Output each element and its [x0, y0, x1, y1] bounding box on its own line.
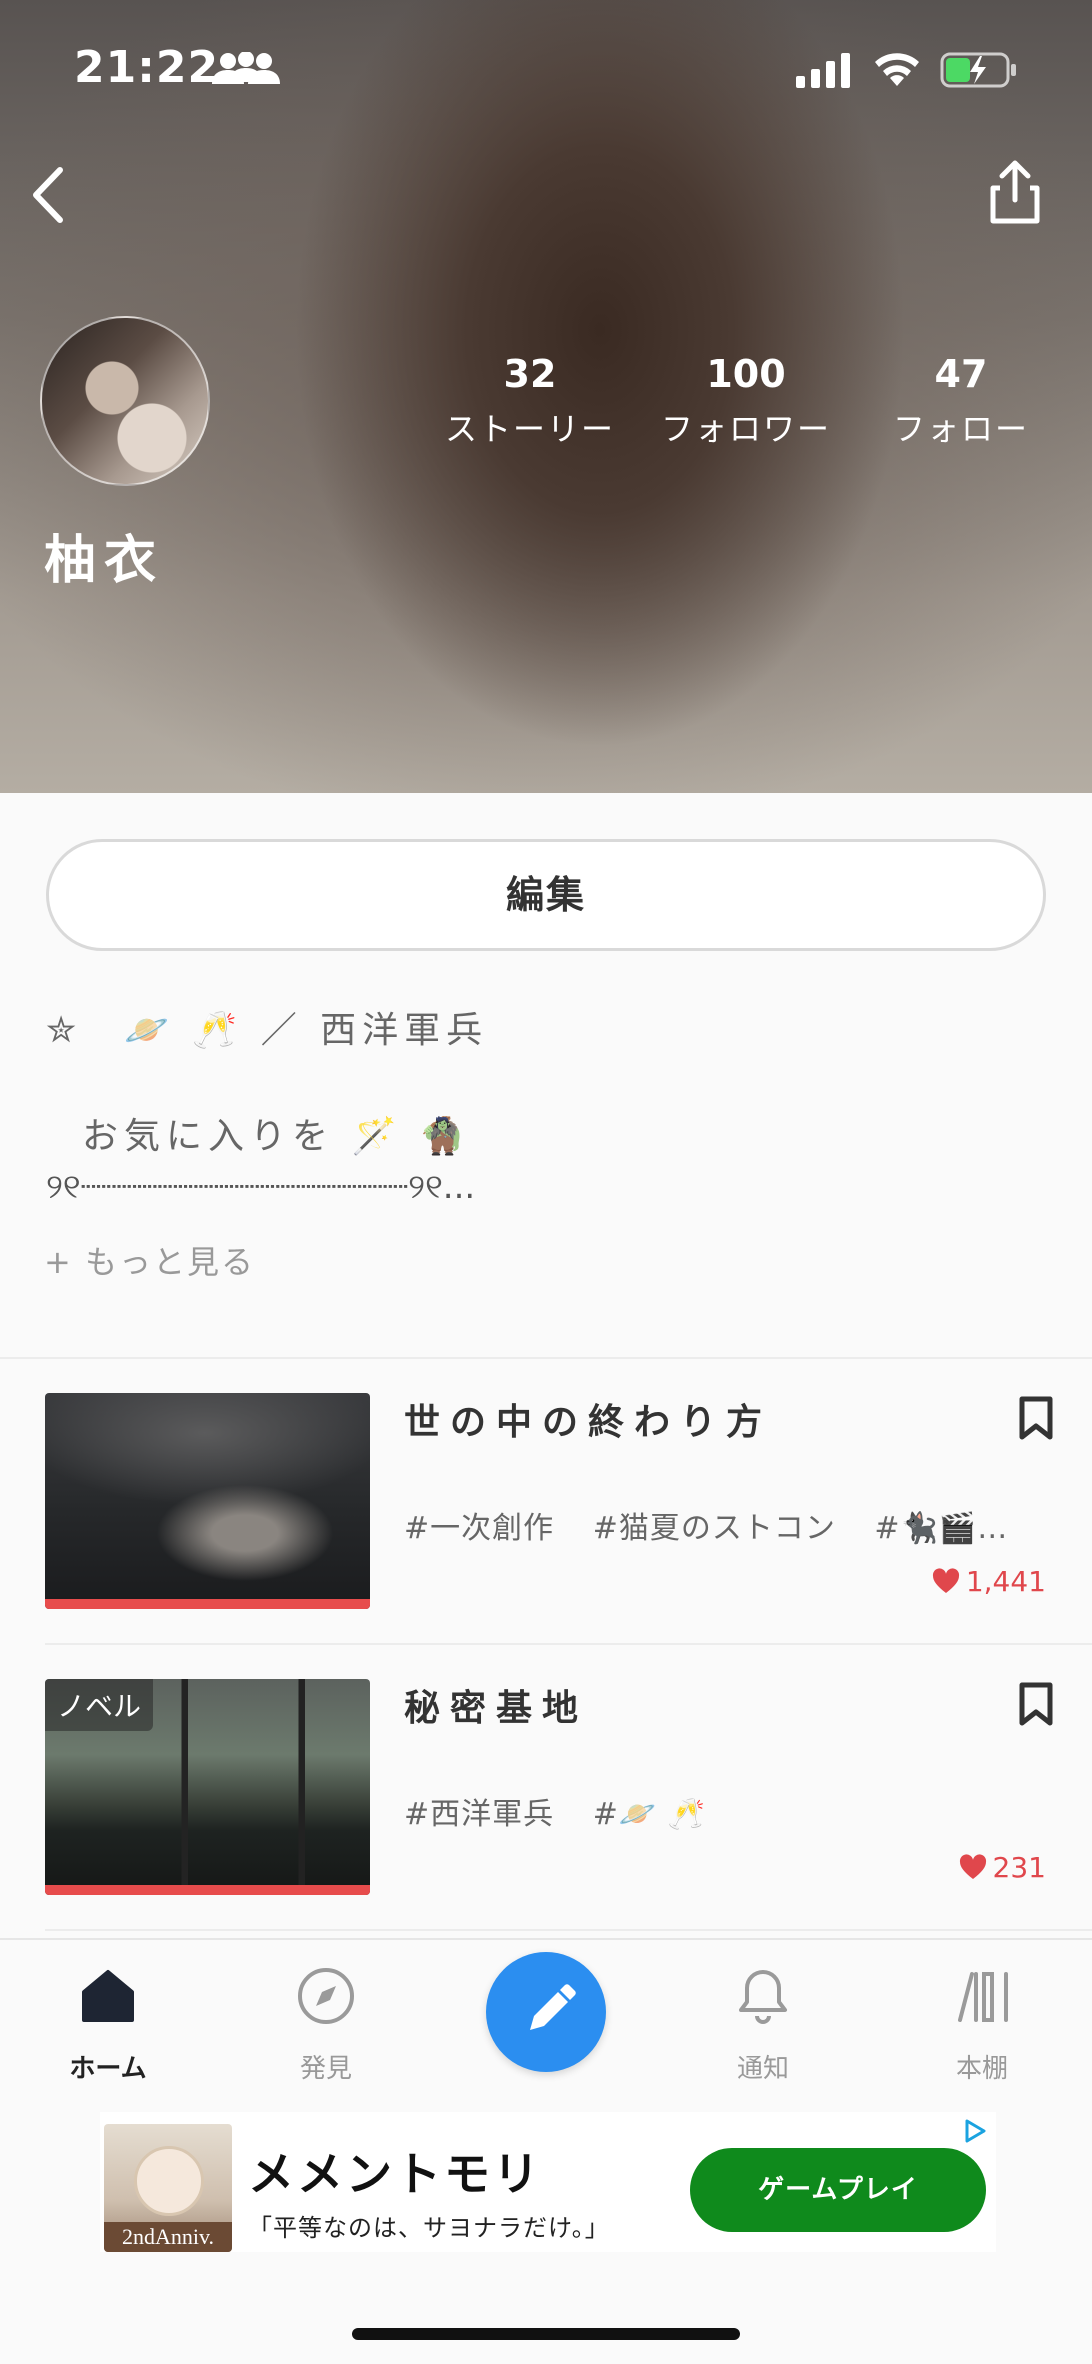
tab-discover-label: 発見: [299, 2054, 352, 2084]
heart-icon: [932, 1568, 959, 1593]
show-more-link[interactable]: + もっと見る: [44, 1237, 255, 1283]
wifi-icon: [875, 53, 919, 86]
stat-stories-label: ストーリー: [444, 410, 615, 448]
ad-banner[interactable]: 2ndAnniv. メメントモリ 「平等なのは、サヨナラだけ。」 ゲームプレイ: [100, 2112, 996, 2252]
stat-following-count: 47: [934, 352, 988, 396]
status-time: 21:22: [74, 42, 220, 93]
username: 柚衣: [44, 531, 165, 591]
heart-icon: [959, 1854, 986, 1879]
avatar[interactable]: [40, 316, 210, 486]
battery-charging-icon: [940, 52, 1016, 88]
stat-followers-label: フォロワー: [660, 410, 831, 448]
story-tag[interactable]: #🐈‍⬛🎬ス…: [874, 1511, 1034, 1546]
ad-image[interactable]: 2ndAnniv.: [104, 2124, 232, 2252]
tab-shelf-label: 本棚: [955, 2054, 1008, 2084]
ad-cta-button[interactable]: ゲームプレイ: [690, 2148, 986, 2232]
stat-following-label: フォロー: [892, 410, 1029, 448]
adchoices-icon[interactable]: [962, 2118, 988, 2144]
stat-stories[interactable]: 32 ストーリー: [440, 352, 620, 450]
write-button[interactable]: [486, 1952, 606, 2072]
share-button[interactable]: [980, 158, 1050, 228]
story-thumbnail[interactable]: ノベル: [45, 1679, 370, 1895]
story-divider: [45, 1929, 1092, 1931]
tab-bookshelf[interactable]: 本棚: [902, 1940, 1062, 2090]
people-icon: [212, 52, 280, 84]
signal-icon: [796, 53, 850, 88]
home-indicator[interactable]: [352, 2328, 740, 2340]
bottom-tab-bar: ホーム 発見 通知 本棚: [0, 1938, 1092, 2108]
status-bar: 21:22: [0, 0, 1092, 140]
story-tag[interactable]: #西洋軍兵: [404, 1797, 554, 1832]
profile-content: 編集 ✮ 🪐 🥂 ／ 西洋軍兵 お気に入りを 🪄 🧌 ୨୧┈┈┈┈┈┈┈┈┈┈┈…: [0, 793, 1092, 1933]
story-tag[interactable]: #🪐 🥂: [593, 1797, 706, 1832]
likes-count: 1,441: [932, 1565, 1046, 1598]
story-item[interactable]: 世の中の終わり方 #一次創作 #猫夏のストコン #🐈‍⬛🎬ス… 1,441: [0, 1393, 1092, 1679]
story-title[interactable]: 秘密基地: [404, 1679, 588, 1731]
bio-line-3: ୨୧┈┈┈┈┈┈┈┈┈┈┈┈┈┈┈┈୨୧...: [46, 1167, 476, 1207]
bookmark-icon[interactable]: [1016, 1395, 1056, 1441]
likes-value: 1,441: [965, 1565, 1046, 1598]
tab-home-label: ホーム: [69, 2054, 147, 2084]
pencil-icon: [530, 1984, 576, 2030]
bio-line-2: お気に入りを 🪄 🧌: [82, 1116, 471, 1157]
bookmark-icon[interactable]: [1016, 1681, 1056, 1727]
story-progress-bar: [45, 1885, 370, 1895]
story-progress-bar: [45, 1599, 370, 1609]
story-divider: [45, 1643, 1092, 1645]
tab-discover[interactable]: 発見: [246, 1940, 406, 2090]
stat-followers[interactable]: 100 フォロワー: [656, 352, 836, 450]
tab-notifications[interactable]: 通知: [683, 1940, 843, 2090]
likes-value: 231: [992, 1851, 1046, 1884]
bookshelf-icon: [958, 1972, 1008, 2022]
section-divider: [0, 1357, 1092, 1359]
story-tags: #西洋軍兵 #🪐 🥂: [404, 1789, 1034, 1833]
stat-followers-count: 100: [706, 352, 786, 396]
story-tags: #一次創作 #猫夏のストコン #🐈‍⬛🎬ス…: [404, 1503, 1034, 1547]
story-thumbnail[interactable]: [45, 1393, 370, 1609]
bio-line-1: ✮ 🪐 🥂 ／ 西洋軍兵: [46, 1010, 489, 1051]
home-icon: [82, 1970, 134, 2022]
bell-icon: [739, 1970, 787, 2024]
back-button[interactable]: [20, 160, 80, 230]
story-tag[interactable]: #一次創作: [404, 1511, 554, 1546]
ad-title[interactable]: メメントモリ: [248, 2138, 542, 2204]
edit-profile-button[interactable]: 編集: [46, 839, 1046, 951]
ad-image-caption: 2ndAnniv.: [104, 2222, 232, 2252]
stat-stories-count: 32: [503, 352, 557, 396]
story-title[interactable]: 世の中の終わり方: [404, 1393, 772, 1445]
tab-home[interactable]: ホーム: [28, 1940, 188, 2090]
compass-icon: [298, 1968, 354, 2024]
story-item[interactable]: ノベル 秘密基地 #西洋軍兵 #🪐 🥂 231: [0, 1679, 1092, 1965]
likes-count: 231: [959, 1851, 1046, 1884]
stat-following[interactable]: 47 フォロー: [886, 352, 1036, 450]
tab-notify-label: 通知: [736, 2054, 789, 2084]
ad-character: [134, 2146, 204, 2216]
ad-subtitle: 「平等なのは、サヨナラだけ。」: [248, 2214, 610, 2242]
story-tag[interactable]: #猫夏のストコン: [593, 1511, 836, 1546]
profile-header: 21:22 柚衣 32 ストーリー 100 フォロワー 47 フォロー: [0, 0, 1092, 793]
novel-badge: ノベル: [45, 1679, 154, 1731]
